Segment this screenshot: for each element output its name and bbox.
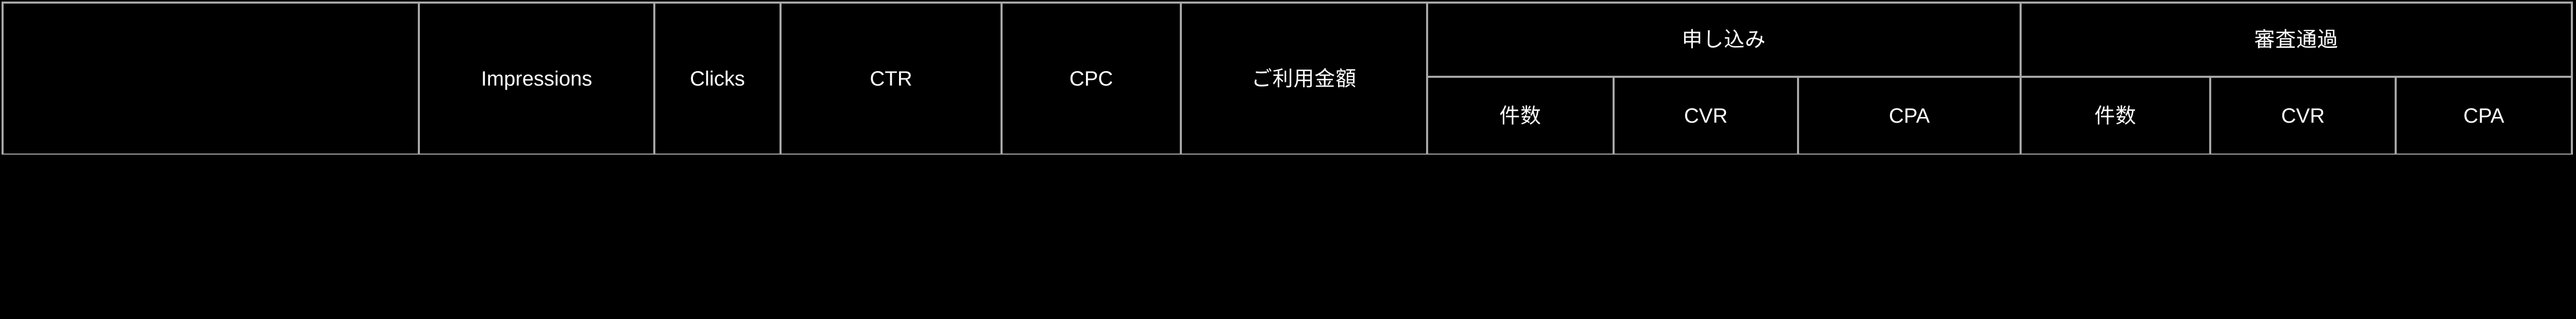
column-group-header-application[interactable]: 申し込み: [1426, 2, 2022, 78]
column-header-application-count-text: 件数: [1499, 104, 1541, 127]
column-header-approved-cpa-text: CPA: [2463, 104, 2504, 127]
column-header-application-cvr-text: CVR: [1684, 104, 1728, 127]
column-header-impressions-text: Impressions: [481, 67, 592, 90]
report-table-container: Impressions Clicks CTR CPC ご利用金額 申し込み 審査…: [2, 2, 2573, 156]
column-group-header-approved-text: 審査通過: [2254, 28, 2338, 51]
column-header-cpc-text: CPC: [1069, 67, 1113, 90]
column-header-row-label[interactable]: [2, 2, 420, 156]
column-header-application-count[interactable]: 件数: [1426, 76, 1615, 156]
column-header-approved-cvr[interactable]: CVR: [2209, 76, 2397, 156]
column-header-approved-cpa[interactable]: CPA: [2395, 76, 2573, 156]
column-header-cpc[interactable]: CPC: [1001, 2, 1182, 156]
performance-report-table: Impressions Clicks CTR CPC ご利用金額 申し込み 審査…: [2, 2, 2573, 156]
column-header-clicks-text: Clicks: [690, 67, 745, 90]
column-header-clicks[interactable]: Clicks: [653, 2, 782, 156]
column-header-application-cpa-text: CPA: [1889, 104, 1930, 127]
column-header-application-cpa[interactable]: CPA: [1797, 76, 2022, 156]
column-header-approved-count-text: 件数: [2094, 104, 2137, 127]
column-header-ctr[interactable]: CTR: [779, 2, 1003, 156]
column-group-header-approved[interactable]: 審査通過: [2020, 2, 2573, 78]
empty-content-area: [0, 155, 2576, 319]
column-header-ctr-text: CTR: [870, 67, 912, 90]
column-header-application-cvr[interactable]: CVR: [1613, 76, 1799, 156]
table-head: Impressions Clicks CTR CPC ご利用金額 申し込み 審査…: [2, 2, 2573, 156]
column-header-approved-cvr-text: CVR: [2281, 104, 2325, 127]
column-header-impressions[interactable]: Impressions: [418, 2, 655, 156]
column-header-spend-text: ご利用金額: [1251, 67, 1357, 90]
header-row-groups: Impressions Clicks CTR CPC ご利用金額 申し込み 審査…: [2, 2, 2573, 156]
column-group-header-application-text: 申し込み: [1682, 28, 1766, 51]
column-header-approved-count[interactable]: 件数: [2020, 76, 2211, 156]
column-header-spend[interactable]: ご利用金額: [1180, 2, 1428, 156]
